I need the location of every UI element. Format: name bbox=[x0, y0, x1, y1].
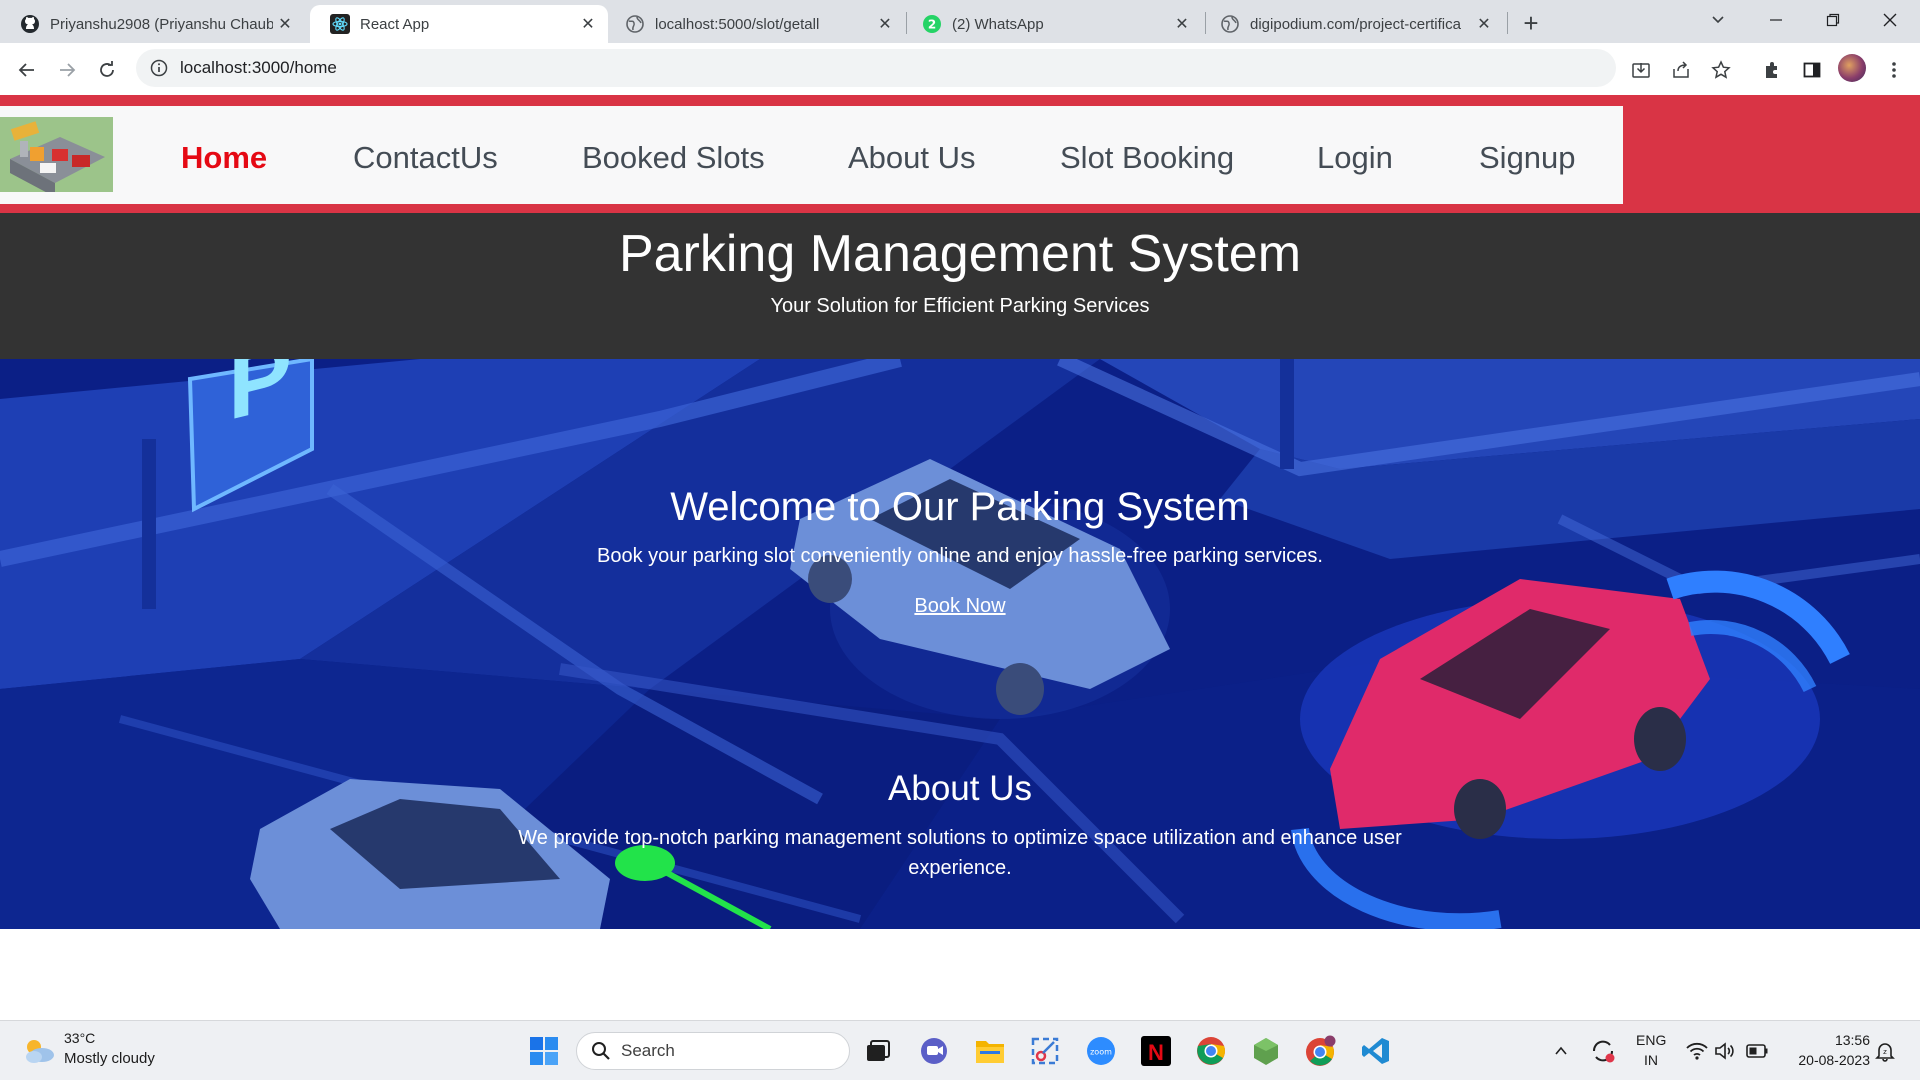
tab-title: Priyanshu2908 (Priyanshu Chaube bbox=[50, 15, 273, 33]
nav-signup-link[interactable]: Signup bbox=[1479, 140, 1576, 176]
site-subtitle: Your Solution for Efficient Parking Serv… bbox=[770, 295, 1150, 317]
nav-booked-slots-link[interactable]: Booked Slots bbox=[582, 140, 765, 176]
reload-button[interactable] bbox=[90, 53, 124, 87]
chrome-profile-icon[interactable] bbox=[1304, 1034, 1338, 1068]
book-now-wrapper: Book Now bbox=[0, 595, 1920, 618]
file-explorer-icon[interactable] bbox=[973, 1034, 1007, 1068]
nav-login-link[interactable]: Login bbox=[1317, 140, 1393, 176]
url-text[interactable]: localhost:3000/home bbox=[180, 58, 337, 78]
site-title: Parking Management System bbox=[618, 225, 1302, 283]
close-icon[interactable]: ✕ bbox=[1170, 12, 1194, 36]
share-icon[interactable] bbox=[1664, 53, 1698, 87]
search-label: Search bbox=[621, 1041, 675, 1060]
close-window-button[interactable] bbox=[1862, 0, 1918, 40]
globe-icon bbox=[1220, 14, 1240, 34]
browser-tab-digipodium[interactable]: digipodium.com/project-certifica ✕ bbox=[1200, 5, 1504, 43]
browser-toolbar: localhost:3000/home bbox=[0, 43, 1920, 95]
browser-tab-strip: Priyanshu2908 (Priyanshu Chaube ✕ React … bbox=[0, 0, 1920, 43]
tab-search-button[interactable] bbox=[1690, 0, 1746, 40]
browser-tab-github[interactable]: Priyanshu2908 (Priyanshu Chaube ✕ bbox=[0, 5, 305, 43]
chevron-up-icon[interactable] bbox=[1544, 1034, 1578, 1068]
svg-text:2: 2 bbox=[928, 18, 936, 32]
weather-desc: Mostly cloudy bbox=[64, 1050, 155, 1067]
nav-about-us-link[interactable]: About Us bbox=[848, 140, 976, 176]
nav-contactus-link[interactable]: ContactUs bbox=[353, 140, 498, 176]
minimize-button[interactable] bbox=[1748, 0, 1804, 40]
tab-title: React App bbox=[360, 15, 430, 33]
close-icon[interactable]: ✕ bbox=[273, 12, 297, 36]
language-indicator-line2[interactable]: IN bbox=[1636, 1052, 1666, 1068]
search-icon bbox=[592, 1042, 610, 1060]
windows-start-icon[interactable] bbox=[527, 1034, 561, 1068]
react-icon bbox=[330, 14, 350, 34]
nodejs-icon[interactable] bbox=[1249, 1034, 1283, 1068]
browser-tab-localhost-5000[interactable]: localhost:5000/slot/getall ✕ bbox=[605, 5, 905, 43]
nav-home-link[interactable]: Home bbox=[181, 140, 267, 176]
taskbar-search-box[interactable]: Search bbox=[576, 1032, 850, 1070]
svg-text:N: N bbox=[1148, 1040, 1164, 1065]
about-us-heading: About Us bbox=[888, 769, 1032, 808]
teams-chat-icon[interactable] bbox=[917, 1034, 951, 1068]
navbar: Home ContactUs Booked Slots About Us Slo… bbox=[0, 106, 1623, 204]
bookmark-star-icon[interactable] bbox=[1704, 53, 1738, 87]
weather-cloud-icon[interactable] bbox=[22, 1034, 56, 1068]
snipping-tool-icon[interactable] bbox=[1028, 1034, 1062, 1068]
hero-section: P Welcome to Our Parking System Book you… bbox=[0, 359, 1920, 929]
more-menu-icon[interactable] bbox=[1877, 53, 1911, 87]
volume-icon[interactable] bbox=[1708, 1034, 1742, 1068]
clock-date[interactable]: 20-08-2023 bbox=[1780, 1052, 1870, 1068]
welcome-heading: Welcome to Our Parking System bbox=[670, 485, 1250, 529]
chrome-icon[interactable] bbox=[1194, 1034, 1228, 1068]
book-now-link[interactable]: Book Now bbox=[914, 595, 1005, 617]
github-icon bbox=[20, 14, 40, 34]
nav-slot-booking-link[interactable]: Slot Booking bbox=[1060, 140, 1234, 176]
windows-taskbar: 33°C Mostly cloudy Search zoom N ENG IN … bbox=[0, 1020, 1920, 1080]
close-icon[interactable]: ✕ bbox=[873, 12, 897, 36]
sync-alert-icon[interactable] bbox=[1586, 1034, 1620, 1068]
info-icon[interactable] bbox=[150, 59, 168, 77]
tab-title: digipodium.com/project-certifica bbox=[1250, 15, 1461, 33]
task-view-icon[interactable] bbox=[861, 1034, 895, 1068]
site-header: Parking Management System Your Solution … bbox=[0, 213, 1920, 359]
netflix-icon[interactable]: N bbox=[1139, 1034, 1173, 1068]
battery-icon[interactable] bbox=[1740, 1034, 1774, 1068]
close-icon[interactable]: ✕ bbox=[1472, 12, 1496, 36]
svg-text:zoom: zoom bbox=[1090, 1048, 1112, 1057]
parking-logo[interactable] bbox=[0, 117, 113, 192]
vscode-icon[interactable] bbox=[1359, 1034, 1393, 1068]
extensions-puzzle-icon[interactable] bbox=[1755, 53, 1789, 87]
about-us-description: We provide top-notch parking management … bbox=[518, 827, 1402, 879]
forward-button[interactable] bbox=[50, 53, 84, 87]
restore-button[interactable] bbox=[1805, 0, 1861, 40]
whatsapp-icon: 2 bbox=[922, 14, 942, 34]
welcome-description: Book your parking slot conveniently onli… bbox=[597, 545, 1323, 567]
new-tab-button[interactable]: + bbox=[1516, 8, 1546, 38]
side-panel-icon[interactable] bbox=[1795, 53, 1829, 87]
globe-icon bbox=[625, 14, 645, 34]
tab-title: localhost:5000/slot/getall bbox=[655, 15, 820, 33]
weather-temp: 33°C bbox=[64, 1030, 96, 1046]
address-bar[interactable]: localhost:3000/home bbox=[136, 49, 1616, 87]
language-indicator-line1[interactable]: ENG bbox=[1636, 1032, 1666, 1048]
profile-avatar[interactable] bbox=[1838, 54, 1866, 82]
close-icon[interactable]: ✕ bbox=[576, 12, 600, 36]
notification-bell-icon[interactable]: z bbox=[1868, 1034, 1902, 1068]
browser-tab-react-app[interactable]: React App ✕ bbox=[310, 5, 608, 43]
svg-text:z: z bbox=[1883, 1048, 1887, 1056]
browser-tab-whatsapp[interactable]: 2 (2) WhatsApp ✕ bbox=[902, 5, 1202, 43]
clock-time[interactable]: 13:56 bbox=[1780, 1032, 1870, 1048]
page-viewport: Home ContactUs Booked Slots About Us Slo… bbox=[0, 95, 1920, 1020]
install-app-icon[interactable] bbox=[1624, 53, 1658, 87]
back-button[interactable] bbox=[10, 53, 44, 87]
navbar-accent-band: Home ContactUs Booked Slots About Us Slo… bbox=[0, 95, 1920, 213]
zoom-icon[interactable]: zoom bbox=[1084, 1034, 1118, 1068]
tab-title: (2) WhatsApp bbox=[952, 15, 1044, 33]
tab-separator bbox=[1507, 12, 1508, 34]
